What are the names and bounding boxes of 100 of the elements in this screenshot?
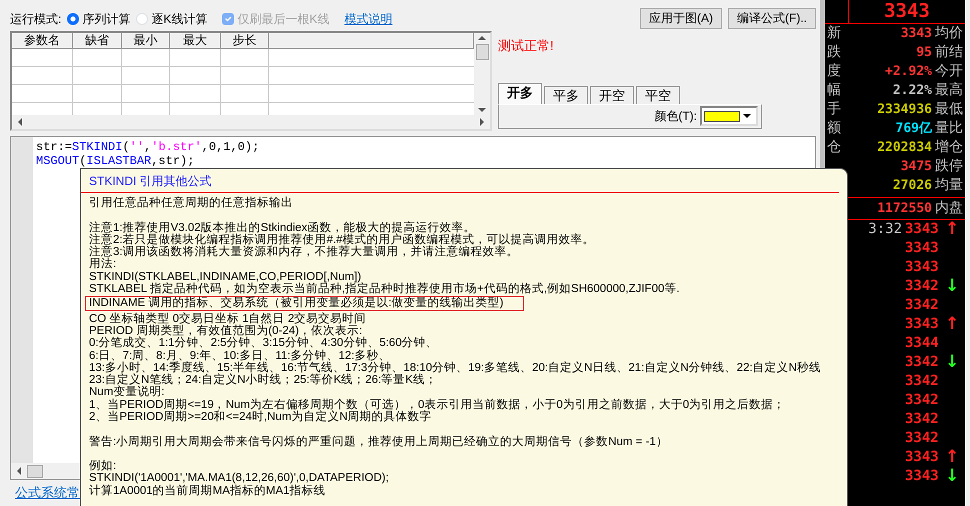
quote-value: 2.22% bbox=[892, 82, 933, 100]
tooltip-text: 计算1A0001的当前周期MA指标的MA1指标线 bbox=[89, 484, 327, 498]
tick-price: 3342 bbox=[905, 429, 940, 448]
horizontal-scrollbar[interactable] bbox=[12, 115, 490, 129]
tab[interactable]: 开多 bbox=[498, 82, 542, 104]
tooltip-text: 注意3:调用该函数将消耗大量资源和内存，不推荐大量调用，并请注意编程效率。 bbox=[89, 246, 520, 258]
quote-label: 最高 bbox=[935, 81, 964, 100]
tooltip-text: CO 坐标轴类型 0交易日坐标 1自然日 2交易交易时间 bbox=[89, 312, 368, 325]
tooltip-text: STKINDI(STKLABEL,INDINAME,CO,PERIOD[,Num]) bbox=[89, 270, 362, 283]
vertical-scrollbar[interactable] bbox=[474, 33, 490, 115]
checkbox-label: 仅刷最后一根K线 bbox=[237, 10, 330, 28]
column-header[interactable]: 步长 bbox=[221, 33, 269, 49]
toolbar-button[interactable]: 编译公式(F).. bbox=[728, 8, 816, 29]
tooltip-text: 警告:小周期引用大周期会带来信号闪烁的严重问题，推荐使用上周期已经确立的大周期信号（参数Num = -1） bbox=[89, 436, 669, 448]
quote-value: 95 bbox=[915, 44, 933, 62]
tooltip-title: STKINDI 引用其他公式 bbox=[89, 173, 213, 190]
radio-label: 序列计算 bbox=[82, 10, 130, 28]
tooltip-text: 注意2:若只是做模块化编程指标调用推荐使用#.#模式的用户函数编程模式，可以提高调用效率。 bbox=[89, 234, 596, 246]
column-header[interactable]: 最大 bbox=[170, 33, 221, 49]
tick-price: 3342 bbox=[905, 296, 940, 315]
quote-label: 量比 bbox=[935, 119, 964, 138]
tab[interactable]: 平空 bbox=[636, 86, 680, 104]
tooltip-text: 13:多小时、14:季度线、15:半年线、16:节气线、17:3分钟、18:10分钟、19:多笔线、20:自定义N日线、21:自定义N分钟线、22:自定义N秒线 bbox=[89, 362, 822, 374]
tick-time: 3:32 bbox=[867, 220, 903, 239]
quote-label: 跌停 bbox=[935, 157, 964, 176]
tick-price: 3343 bbox=[905, 239, 940, 258]
quote-value: 3475 bbox=[900, 158, 933, 176]
trend-arrow: ↓ bbox=[945, 353, 957, 372]
quote-value: 769亿 bbox=[894, 120, 933, 138]
tooltip-text: STKINDI('1A0001','MA.MA1(8,12,26,60)',0,DATAPERIOD); bbox=[89, 472, 390, 484]
quote-label: 仓 bbox=[826, 138, 842, 157]
column-header[interactable]: 参数名 bbox=[12, 33, 73, 49]
tooltip-text: 6:日、7:周、8:月、9:年、10:多日、11:多分钟、12:多秒、 bbox=[89, 350, 392, 362]
quote-label: 均量 bbox=[935, 176, 964, 195]
radio-label: 逐K线计算 bbox=[151, 10, 208, 28]
quote-label: 手 bbox=[826, 100, 842, 119]
scroll-thumb[interactable] bbox=[476, 44, 488, 60]
quote-value: 3343 bbox=[900, 25, 933, 43]
quote-label: 内盘 bbox=[935, 199, 964, 218]
trend-arrow: ↑ bbox=[945, 220, 957, 239]
test-status: 测试正常! bbox=[498, 37, 555, 55]
tick-price: 3342 bbox=[905, 353, 940, 372]
quote-value: 1172550 bbox=[876, 200, 933, 218]
tooltip-text: 注意1:推荐使用V3.02版本推出的Stkindiex函数，能极大的提高运行效率。 bbox=[89, 222, 476, 234]
scroll-right-icon[interactable] bbox=[480, 118, 484, 126]
quote-value: +2.92% bbox=[884, 63, 933, 81]
color-label: 颜色(T): bbox=[654, 108, 697, 125]
tooltip-text: INDINAME 调用的指标、交易系统（被引用变量必须是以:做变量的线输出类型) bbox=[85, 296, 524, 311]
tick-price: 3342 bbox=[905, 372, 940, 391]
tooltip-text: STKLABEL 指定品种代码，如为空表示当前品种,指定品种时推荐使用市场+代码的格式,例如SH600000,ZJIF00等. bbox=[89, 283, 681, 296]
scroll-left-icon[interactable] bbox=[17, 467, 21, 475]
tooltip-text: 用法: bbox=[89, 258, 118, 271]
tick-price: 3344 bbox=[905, 334, 940, 353]
tick-price: 3342 bbox=[905, 277, 940, 296]
quote-label: 最低 bbox=[935, 100, 964, 119]
quote-label: 度 bbox=[826, 62, 842, 81]
quote-label: 额 bbox=[826, 119, 842, 138]
scroll-up-icon[interactable] bbox=[478, 36, 486, 40]
quote-label: 今开 bbox=[935, 62, 964, 81]
help-link[interactable]: 公式系统常 bbox=[15, 485, 80, 500]
column-header[interactable]: 缺省 bbox=[73, 33, 122, 49]
tooltip-text: 例如: bbox=[89, 460, 118, 472]
tick-price: 3342 bbox=[905, 391, 940, 410]
trend-arrow: ↑ bbox=[945, 315, 957, 334]
tick-price: 3342 bbox=[905, 410, 940, 429]
column-header[interactable]: 最小 bbox=[122, 33, 170, 49]
tick-price: 3343 bbox=[905, 220, 940, 239]
toolbar-button[interactable]: 应用于图(A) bbox=[640, 8, 722, 29]
mode-help-link[interactable]: 模式说明 bbox=[344, 10, 392, 28]
trend-arrow: ↓ bbox=[945, 277, 957, 296]
quote-label: 前结 bbox=[935, 43, 964, 62]
tooltip-text: 23:自定义N笔线；24:自定义N小时线；25:等价K线；26:等量K线； bbox=[89, 374, 438, 386]
caret-icon bbox=[743, 114, 751, 118]
radio-button[interactable] bbox=[67, 12, 80, 24]
tooltip-text: 1、当PERIOD周期<=19，Num为左右偏移周期个数（可选），0表示引用当前数据，小于0为引用之前数据，大于0为引用之后数据； bbox=[89, 398, 786, 411]
tick-price: 3343 bbox=[905, 315, 940, 334]
code-line: str:=STKINDI('','b.str',0,1,0); bbox=[36, 140, 260, 154]
tab[interactable]: 开空 bbox=[590, 86, 634, 104]
tooltip-text: PERIOD 周期类型，有效值范围为(0-24)，依次表示: bbox=[89, 324, 362, 337]
quote-value: 2334936 bbox=[876, 101, 933, 119]
quote-value: 2202834 bbox=[876, 139, 933, 157]
tick-price: 3343 bbox=[905, 467, 940, 486]
scroll-thumb[interactable] bbox=[27, 464, 43, 478]
tooltip-text: 引用任意品种任意周期的任意指标输出 bbox=[89, 197, 294, 210]
quote-value: 27026 bbox=[892, 177, 933, 195]
tooltip-text: 0:分笔成交、1:1分钟、2:5分钟、3:15分钟、4:30分钟、5:60分钟、 bbox=[89, 337, 439, 350]
tick-price: 3343 bbox=[905, 448, 940, 467]
tab[interactable]: 平多 bbox=[544, 86, 588, 104]
code-line: MSGOUT(ISLASTBAR,str); bbox=[36, 154, 196, 168]
trend-arrow: ↓ bbox=[945, 467, 957, 486]
color-dropdown[interactable] bbox=[700, 106, 758, 126]
quote-label: 新 bbox=[826, 24, 842, 43]
quote-label: 均价 bbox=[935, 24, 964, 43]
mode-label: 运行模式: bbox=[10, 10, 62, 28]
trend-arrow: ↑ bbox=[945, 448, 957, 467]
scroll-left-icon[interactable] bbox=[18, 118, 22, 126]
quote-label: 增仓 bbox=[935, 138, 964, 157]
tooltip-text: Num变量说明: bbox=[89, 386, 166, 398]
quote-label: 幅 bbox=[826, 81, 842, 100]
tick-price: 3343 bbox=[905, 258, 940, 277]
